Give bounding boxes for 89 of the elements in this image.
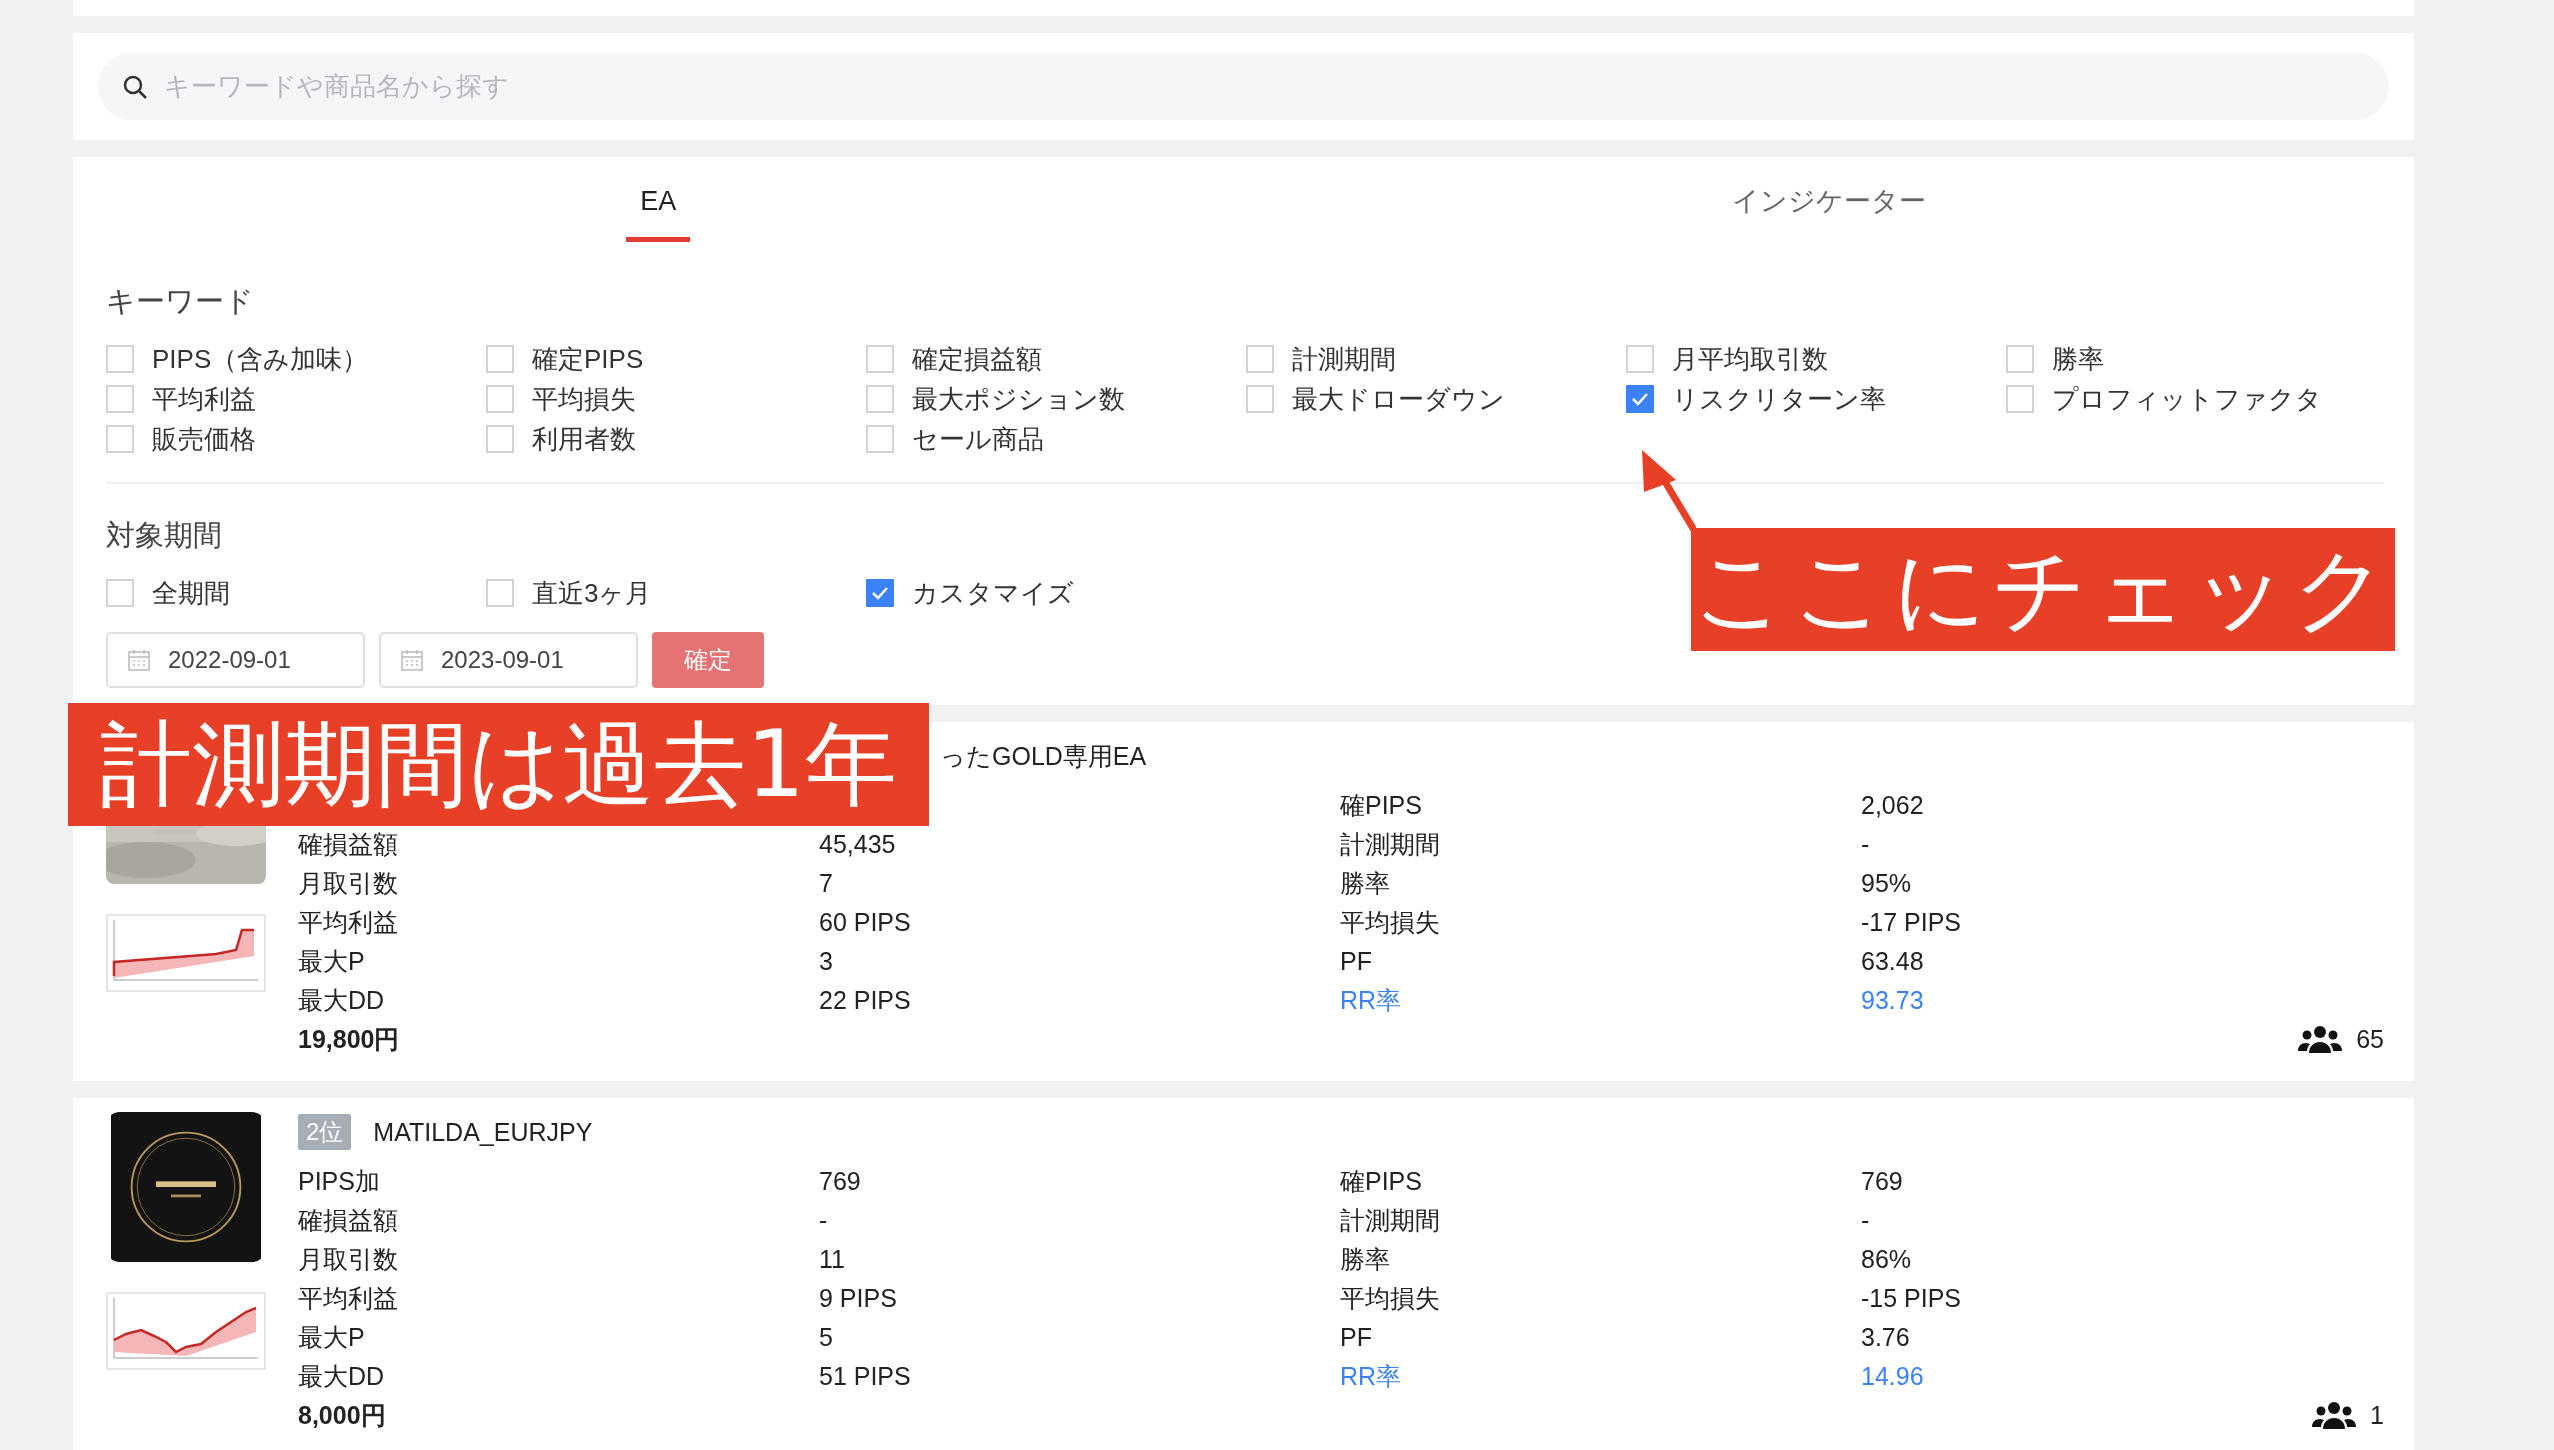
metric-label: 月取引数 [298,868,399,899]
metric-value: 93.73 [1861,986,1925,1015]
metric-value: 95% [1861,869,1913,898]
metric-value: 2,062 [1861,791,1925,820]
checkbox-label[interactable]: リスクリターン率 [1672,381,1886,417]
metric-label: 月取引数 [298,1244,399,1275]
section-heading: キーワード [106,284,255,319]
metric-value: 63.48 [1861,947,1925,976]
metric-label: 最大P [298,1322,366,1353]
metric-value: 769 [1861,1167,1904,1196]
users-icon [2298,1024,2343,1055]
metric-label: 平均利益 [298,907,399,938]
metric-label: 確PIPS [1340,790,1423,821]
checkbox-label[interactable]: 平均利益 [152,381,256,417]
metric-value: 45,435 [819,830,897,859]
metric-label: 確PIPS [1340,1166,1423,1197]
checkbox-label[interactable]: 全期間 [152,575,230,611]
metric-value: 51 PIPS [819,1362,912,1391]
date-field[interactable]: 2023-09-01 [379,632,638,688]
metric-value: - [1861,830,1871,859]
checkbox[interactable] [866,579,894,607]
metric-label: 勝率 [1340,868,1391,899]
checkbox-label[interactable]: 確定PIPS [532,341,644,377]
section-heading: 対象期間 [106,518,223,553]
search-icon [122,73,148,100]
metric-label: PF [1340,947,1373,976]
check-icon [871,586,889,600]
checkbox-label[interactable]: カスタマイズ [912,575,1074,611]
metric-value: -15 PIPS [1861,1284,1963,1313]
checkbox-label[interactable]: 最大ポジション数 [912,381,1125,417]
metric-label: 確損益額 [298,829,399,860]
metric-value: 5 [819,1323,834,1352]
metric-label: 最大P [298,946,366,977]
checkbox-label[interactable]: 平均損失 [532,381,636,417]
tab[interactable]: インジケーター [1717,157,1940,242]
checkbox-label[interactable]: 販売価格 [152,421,256,457]
metric-value: 3.76 [1861,1323,1911,1352]
product-title[interactable]: ったGOLD専用EA [940,739,1147,773]
metric-label: 最大DD [298,1361,386,1392]
metric-label: 勝率 [1340,1244,1391,1275]
metric-label: PF [1340,1323,1373,1352]
checkbox-label[interactable]: 月平均取引数 [1672,341,1828,377]
metric-label: 計測期間 [1340,829,1441,860]
checkbox-label[interactable]: PIPS（含み加味） [152,341,369,377]
callout: ここにチェック [1691,528,2395,651]
checkbox-label[interactable]: 確定損益額 [912,341,1042,377]
metric-label: PIPS加 [298,1166,381,1197]
price: 8,000円 [298,1400,387,1431]
callout: 計測期間は過去1年 [68,703,929,826]
metric-label: 最大DD [298,985,386,1016]
metric-label: 平均損失 [1340,1283,1441,1314]
users-icon [2312,1400,2357,1431]
checkbox[interactable] [1626,385,1654,413]
checkbox-label[interactable]: 利用者数 [532,421,636,457]
rank-badge: 2位 [298,1114,352,1150]
metric-value: 7 [819,869,834,898]
checkbox-label[interactable]: 計測期間 [1292,341,1396,377]
metric-value: -17 PIPS [1861,908,1963,937]
search-field[interactable]: キーワードや商品名から探す [98,53,2389,120]
price: 19,800円 [298,1024,401,1055]
metric-label: 平均利益 [298,1283,399,1314]
metric-label: RR率 [1340,1361,1403,1392]
checkbox-label[interactable]: 勝率 [2052,341,2104,377]
metric-label: 計測期間 [1340,1205,1441,1236]
checkbox-label[interactable]: 直近3ヶ月 [532,575,652,611]
metric-value: 14.96 [1861,1362,1925,1391]
metric-value: 769 [819,1167,862,1196]
metric-label: RR率 [1340,985,1403,1016]
checkbox-label[interactable]: プロフィットファクタ [2052,381,2322,417]
metric-value: 11 [819,1245,846,1274]
metric-value: - [1861,1206,1871,1235]
checkbox-label[interactable]: セール商品 [912,421,1044,457]
metric-value: 22 PIPS [819,986,912,1015]
tab[interactable]: EA [626,157,691,242]
product-title[interactable]: MATILDA_EURJPY [373,1117,593,1147]
metric-label: 確損益額 [298,1205,399,1236]
metric-value: 3 [819,947,834,976]
check-icon [1631,392,1649,406]
user-count: 1 [2370,1401,2384,1430]
date-field[interactable]: 2022-09-01 [106,632,365,688]
metric-value: 86% [1861,1245,1913,1274]
checkbox-label[interactable]: 最大ドローダウン [1292,381,1505,417]
metric-value: - [819,1206,829,1235]
metric-value: 60 PIPS [819,908,912,937]
metric-value: 9 PIPS [819,1284,898,1313]
calendar-icon [401,649,423,671]
user-count: 65 [2356,1025,2384,1054]
metric-label: 平均損失 [1340,907,1441,938]
calendar-icon [128,649,150,671]
